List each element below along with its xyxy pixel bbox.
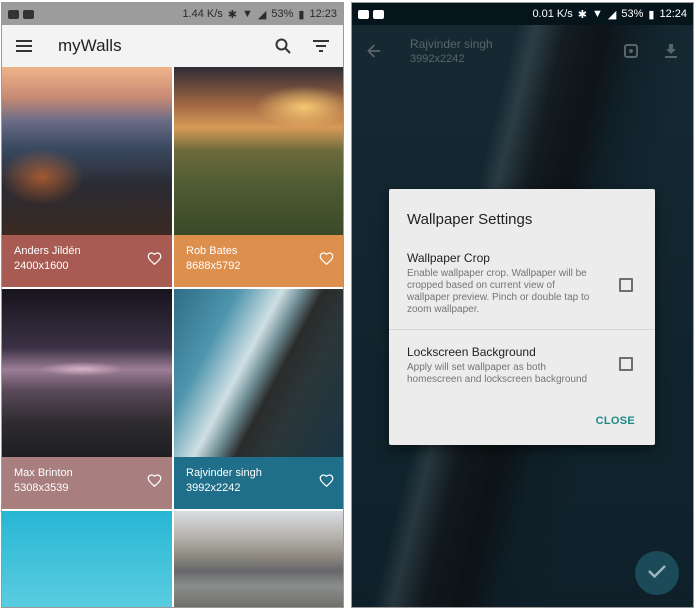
youtube-notification-icon [8, 9, 19, 19]
wallpaper-thumbnail [174, 289, 343, 457]
youtube-notification-icon [358, 9, 369, 19]
battery-level: 53% [621, 8, 644, 20]
status-bar: 1.44 K/s ✱ ▼ ◢ 53% ▮ 12:23 [2, 3, 343, 25]
wallpaper-settings-dialog: Wallpaper Settings Wallpaper Crop Enable… [389, 189, 655, 445]
wallpaper-thumbnail [2, 67, 172, 235]
lockscreen-background-option[interactable]: Lockscreen Background Apply will set wal… [407, 345, 637, 386]
filter-icon[interactable] [311, 36, 331, 56]
lockscreen-background-checkbox[interactable] [619, 357, 633, 371]
signal-icon: ◢ [607, 8, 617, 21]
battery-icon: ▮ [298, 8, 305, 21]
app-bar: myWalls [2, 25, 343, 67]
card-label: Rob Bates 8688x5792 [174, 235, 343, 287]
dialog-title: Wallpaper Settings [407, 211, 533, 228]
network-speed: 1.44 K/s [182, 8, 223, 20]
wallpaper-dimensions: 3992x2242 [186, 482, 241, 494]
network-speed: 0.01 K/s [532, 8, 573, 20]
clock: 12:23 [309, 8, 337, 20]
status-bar: 0.01 K/s ✱ ▼ ◢ 53% ▮ 12:24 [352, 3, 693, 25]
battery-level: 53% [271, 8, 294, 20]
wallpaper-thumbnail [2, 289, 172, 457]
option-title: Lockscreen Background [407, 345, 536, 359]
author-name: Rob Bates [186, 245, 238, 257]
wallpaper-card[interactable] [2, 511, 172, 607]
wall-list-screen: 1.44 K/s ✱ ▼ ◢ 53% ▮ 12:23 myWalls Ander… [1, 2, 344, 608]
search-icon[interactable] [273, 36, 293, 56]
heart-icon[interactable] [319, 251, 334, 270]
wallpaper-card[interactable]: Max Brinton 5308x3539 [2, 289, 172, 509]
clock: 12:24 [659, 8, 687, 20]
card-label: Rajvinder singh 3992x2242 [174, 457, 343, 509]
wallpaper-dimensions: 5308x3539 [14, 482, 69, 494]
wifi-icon: ▼ [592, 8, 603, 20]
wifi-icon: ▼ [242, 8, 253, 20]
wallpaper-card[interactable]: Rob Bates 8688x5792 [174, 67, 343, 287]
author-name: Anders Jildén [14, 245, 81, 257]
author-name: Max Brinton [14, 467, 73, 479]
image-notification-icon [373, 9, 384, 19]
wallpaper-crop-option[interactable]: Wallpaper Crop Enable wallpaper crop. Wa… [407, 251, 637, 316]
option-description: Enable wallpaper crop. Wallpaper will be… [407, 268, 590, 315]
card-label: Anders Jildén 2400x1600 [2, 235, 172, 287]
menu-icon[interactable] [14, 36, 34, 56]
wallpaper-crop-checkbox[interactable] [619, 278, 633, 292]
heart-icon[interactable] [319, 473, 334, 492]
bluetooth-icon: ✱ [577, 8, 588, 21]
wallpaper-thumbnail [2, 511, 172, 607]
app-title: myWalls [58, 36, 122, 55]
signal-icon: ◢ [257, 8, 267, 21]
divider [389, 329, 655, 330]
image-notification-icon [23, 9, 34, 19]
checkmark-icon [648, 564, 666, 583]
wallpaper-thumbnail [174, 511, 343, 607]
heart-icon[interactable] [147, 473, 162, 492]
bluetooth-icon: ✱ [227, 8, 238, 21]
wallpaper-card[interactable]: Anders Jildén 2400x1600 [2, 67, 172, 287]
close-button[interactable]: CLOSE [596, 415, 635, 427]
option-title: Wallpaper Crop [407, 251, 490, 265]
wallpaper-dimensions: 2400x1600 [14, 260, 69, 272]
heart-icon[interactable] [147, 251, 162, 270]
wallpaper-preview-screen: 0.01 K/s ✱ ▼ ◢ 53% ▮ 12:24 Rajvinder sin… [351, 2, 694, 608]
wallpaper-grid: Anders Jildén 2400x1600 Rob Bates 8688x5… [2, 67, 343, 607]
option-description: Apply will set wallpaper as both homescr… [407, 362, 588, 385]
apply-fab[interactable] [635, 551, 679, 595]
author-name: Rajvinder singh [186, 467, 262, 479]
card-label: Max Brinton 5308x3539 [2, 457, 172, 509]
wallpaper-card[interactable] [174, 511, 343, 607]
wallpaper-card[interactable]: Rajvinder singh 3992x2242 [174, 289, 343, 509]
battery-icon: ▮ [648, 8, 655, 21]
wallpaper-dimensions: 8688x5792 [186, 260, 241, 272]
wallpaper-thumbnail [174, 67, 343, 235]
